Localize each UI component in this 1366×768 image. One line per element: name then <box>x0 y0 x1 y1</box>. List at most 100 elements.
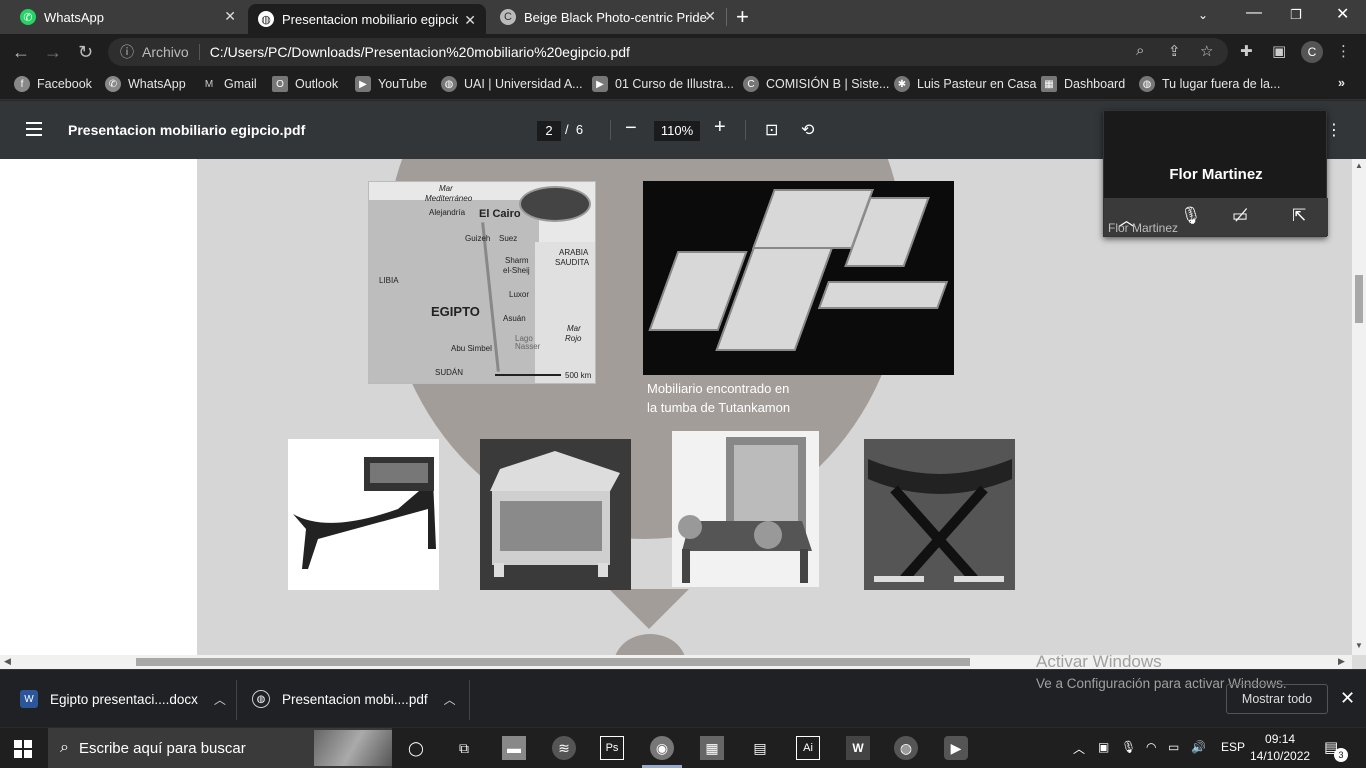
scroll-thumb[interactable] <box>1355 275 1363 323</box>
download-label: Egipto presentaci....docx <box>50 691 198 707</box>
egypt-map: Mar Mediterráneo Alejandría El Cairo Gui… <box>368 181 596 384</box>
reload-icon[interactable]: ↻ <box>78 42 93 63</box>
zoom-in-button[interactable]: + <box>714 116 726 139</box>
close-icon[interactable]: ✕ <box>224 8 236 25</box>
calculator-icon[interactable]: ▦ <box>700 736 724 760</box>
forward-icon[interactable]: → <box>44 42 62 63</box>
windows-start-icon[interactable] <box>14 740 32 758</box>
zoom-icon[interactable]: ⌕ <box>1136 42 1144 59</box>
chrome-icon[interactable]: ◉ <box>650 736 674 760</box>
spotify-icon[interactable]: ≋ <box>552 736 576 760</box>
menu-icon[interactable] <box>26 122 42 136</box>
cortana-icon[interactable]: ◯ <box>404 736 428 760</box>
back-icon[interactable]: ← <box>12 42 30 63</box>
tab-search-icon[interactable]: ⌄ <box>1198 8 1208 22</box>
illustrator-icon[interactable]: Ai <box>796 736 820 760</box>
menu-icon[interactable]: ⋮ <box>1336 42 1351 60</box>
bookmark-lugar[interactable]: ◍ Tu lugar fuera de la... <box>1139 76 1280 92</box>
close-icon[interactable]: ✕ <box>1340 688 1355 709</box>
extensions-icon[interactable]: ✚ <box>1240 42 1253 60</box>
close-icon[interactable]: ✕ <box>704 8 716 25</box>
meet-icon[interactable]: ▶ <box>944 736 968 760</box>
chevron-up-icon[interactable]: ︿ <box>1073 740 1085 757</box>
popout-icon[interactable]: ⇱ <box>1292 206 1306 226</box>
bookmark-youtube[interactable]: ▶ YouTube <box>355 76 427 92</box>
photo-stool <box>864 439 1015 590</box>
close-icon[interactable]: ✕ <box>464 12 476 29</box>
page-number-input[interactable]: 2 <box>537 121 561 141</box>
scroll-right-icon[interactable]: ▶ <box>1338 656 1345 667</box>
download-item-pdf[interactable]: ◍ Presentacion mobi....pdf ︿ <box>252 690 456 708</box>
fit-page-icon[interactable]: ⊡ <box>765 120 778 140</box>
bookmark-label: WhatsApp <box>128 77 186 91</box>
map-label: Abu Simbel <box>451 344 492 353</box>
tab-pdf[interactable]: ◍ Presentacion mobiliario egipcio.p ✕ <box>248 4 486 34</box>
share-icon[interactable]: ⇪ <box>1168 42 1181 60</box>
bookmark-comision[interactable]: C COMISIÓN B | Siste... <box>743 76 889 92</box>
clock[interactable]: 09:14 14/10/2022 <box>1250 731 1310 765</box>
chevron-up-icon[interactable]: ︿ <box>214 691 226 708</box>
bookmark-label: YouTube <box>378 77 428 91</box>
zoom-input[interactable]: 110% <box>654 121 700 141</box>
restore-button[interactable]: ❐ <box>1290 7 1302 23</box>
vertical-scrollbar[interactable]: ▲ ▼ <box>1352 159 1366 655</box>
microphone-icon[interactable]: 🎙 <box>1180 206 1202 226</box>
globe-icon: ◍ <box>258 11 274 27</box>
download-item-docx[interactable]: W Egipto presentaci....docx ︿ <box>20 690 226 708</box>
scroll-up-icon[interactable]: ▲ <box>1355 161 1363 170</box>
tab-canva[interactable]: C Beige Black Photo-centric Pride S ✕ <box>490 0 726 34</box>
video-call-tile[interactable]: Flor Martinez ︿ 🎙 ▭̸ ⇱ Flor Martinez <box>1103 110 1328 237</box>
camera-off-icon[interactable]: ▭̸ <box>1232 206 1248 226</box>
show-all-button[interactable]: Mostrar todo <box>1226 684 1328 714</box>
map-label: Sharm <box>505 256 529 265</box>
task-view-icon[interactable]: ⧉ <box>452 736 476 760</box>
file-explorer-icon[interactable]: ▬ <box>502 736 526 760</box>
notifications-icon[interactable]: ▤ 3 <box>1324 738 1348 762</box>
photoshop-icon[interactable]: Ps <box>600 736 624 760</box>
bookmark-star-icon[interactable]: ☆ <box>1200 42 1213 60</box>
calendar-icon[interactable]: ▤ <box>748 736 772 760</box>
bookmark-outlook[interactable]: O Outlook <box>272 76 338 92</box>
close-window-button[interactable]: ✕ <box>1336 4 1349 24</box>
new-tab-button[interactable]: + <box>736 4 749 30</box>
canva-icon: C <box>743 76 759 92</box>
language-indicator[interactable]: ESP <box>1221 740 1245 754</box>
scroll-thumb[interactable] <box>136 658 970 666</box>
bookmark-pasteur[interactable]: ✱ Luis Pasteur en Casa <box>894 76 1037 92</box>
word-icon[interactable]: W <box>846 736 870 760</box>
volume-icon[interactable]: 🔊 <box>1191 740 1206 754</box>
globe-inset <box>519 186 591 222</box>
scroll-left-icon[interactable]: ◀ <box>4 656 11 667</box>
canva-icon: C <box>500 9 516 25</box>
avatar[interactable]: C <box>1301 41 1323 63</box>
chevron-up-icon[interactable]: ︿ <box>444 691 456 708</box>
minimize-button[interactable]: — <box>1246 4 1262 22</box>
bookmark-curso[interactable]: ▶ 01 Curso de Illustra... <box>592 76 734 92</box>
photo-bed <box>288 439 439 590</box>
bookmark-dashboard[interactable]: ▦ Dashboard <box>1041 76 1125 92</box>
map-label: Rojo <box>565 334 582 343</box>
meet-tray-icon[interactable]: ▣ <box>1098 740 1109 754</box>
taskbar-search[interactable]: ⌕ Escribe aquí para buscar <box>48 728 392 768</box>
sidepanel-icon[interactable]: ▣ <box>1272 42 1286 60</box>
scroll-down-icon[interactable]: ▼ <box>1355 641 1363 650</box>
map-label: SUDÁN <box>435 368 464 377</box>
more-bookmarks-icon[interactable]: » <box>1338 76 1345 90</box>
bookmark-gmail[interactable]: M Gmail <box>201 76 257 92</box>
zoom-out-button[interactable]: − <box>625 117 637 140</box>
tab-whatsapp[interactable]: ✆ WhatsApp ✕ <box>10 0 246 34</box>
bookmark-uai[interactable]: ◍ UAI | Universidad A... <box>441 76 583 92</box>
rotate-icon[interactable]: ⟲ <box>801 120 814 140</box>
bookmark-facebook[interactable]: f Facebook <box>14 76 92 92</box>
more-options-icon[interactable]: ⋮ <box>1326 120 1342 140</box>
edge-icon[interactable]: ◍ <box>894 736 918 760</box>
info-icon[interactable]: ⓘ <box>120 42 134 62</box>
word-icon: W <box>20 690 38 708</box>
microphone-icon[interactable]: 🎙 <box>1121 740 1136 754</box>
map-label: Suez <box>499 234 518 243</box>
battery-icon[interactable]: ▭ <box>1168 740 1179 754</box>
address-bar[interactable]: ⓘ Archivo C:/Users/PC/Downloads/Presenta… <box>108 38 1228 66</box>
bookmark-label: Gmail <box>224 77 257 91</box>
bookmark-whatsapp[interactable]: ✆ WhatsApp <box>105 76 186 92</box>
wifi-icon[interactable]: ◠ <box>1146 740 1156 754</box>
